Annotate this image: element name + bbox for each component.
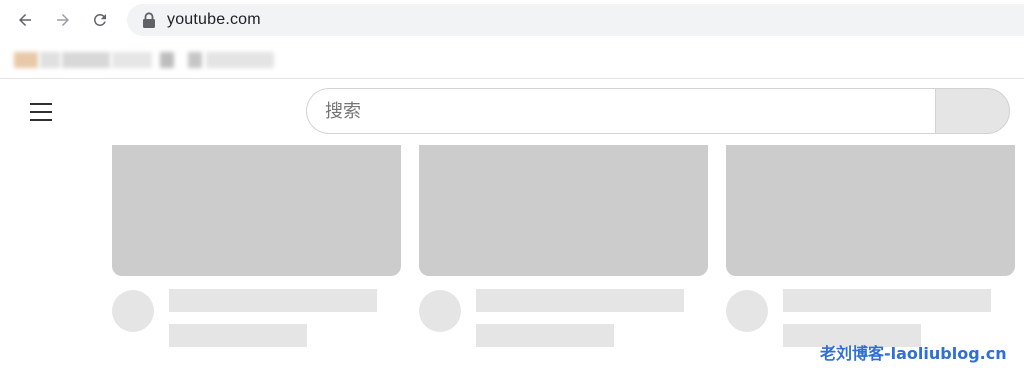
- video-meta-placeholder: [169, 324, 307, 347]
- back-button[interactable]: [13, 8, 37, 32]
- bookmark-item[interactable]: [62, 52, 110, 68]
- video-thumbnail-placeholder[interactable]: [112, 145, 401, 276]
- arrow-left-icon: [19, 14, 31, 26]
- bookmarks-bar: [0, 40, 1024, 79]
- watermark-text: 老刘博客-laoliublog.cn: [820, 344, 1007, 363]
- bookmark-item[interactable]: [206, 52, 274, 68]
- hamburger-menu-icon[interactable]: [24, 95, 58, 129]
- search-box: [306, 88, 935, 134]
- youtube-header: [0, 79, 1024, 145]
- browser-toolbar: youtube.com: [0, 0, 1024, 40]
- video-thumbnail-placeholder[interactable]: [726, 145, 1015, 276]
- video-meta-placeholder: [476, 324, 614, 347]
- arrow-right-icon: [57, 14, 69, 26]
- bookmark-item[interactable]: [188, 52, 202, 68]
- reload-icon: [93, 13, 106, 26]
- channel-avatar-placeholder[interactable]: [419, 290, 461, 332]
- channel-avatar-placeholder[interactable]: [112, 290, 154, 332]
- video-title-placeholder: [169, 289, 377, 312]
- video-title-placeholder: [783, 289, 991, 312]
- search-input[interactable]: [325, 89, 915, 133]
- bookmark-item[interactable]: [112, 52, 152, 68]
- bookmark-item[interactable]: [40, 52, 60, 68]
- address-bar[interactable]: youtube.com: [127, 4, 1024, 36]
- bookmark-item[interactable]: [160, 52, 174, 68]
- lock-icon: [143, 12, 155, 28]
- search-button[interactable]: [935, 88, 1010, 134]
- url-text: youtube.com: [167, 11, 261, 28]
- reload-button[interactable]: [88, 8, 112, 32]
- video-title-placeholder: [476, 289, 684, 312]
- channel-avatar-placeholder[interactable]: [726, 290, 768, 332]
- video-thumbnail-placeholder[interactable]: [419, 145, 708, 276]
- bookmark-favicon[interactable]: [14, 52, 38, 68]
- forward-button[interactable]: [51, 8, 75, 32]
